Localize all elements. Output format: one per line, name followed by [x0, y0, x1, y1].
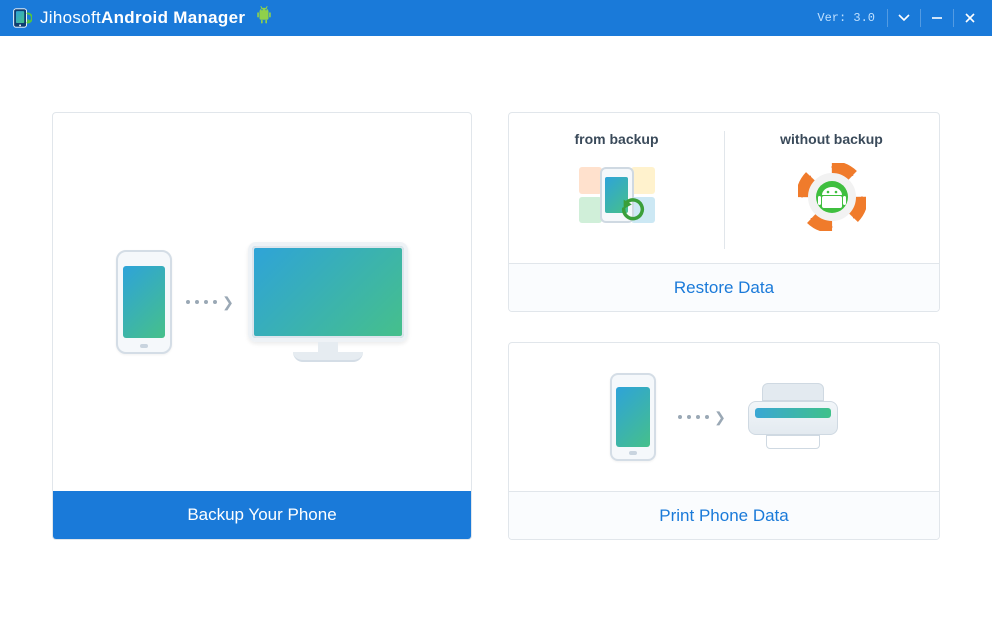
android-icon	[255, 6, 273, 31]
print-button[interactable]: Print Phone Data	[509, 491, 939, 539]
minimize-button[interactable]	[921, 0, 953, 36]
phone-icon	[610, 373, 656, 461]
restore-without-backup-option[interactable]: without backup	[724, 113, 939, 263]
print-card[interactable]: ❯ Print Phone Data	[508, 342, 940, 540]
menu-dropdown-button[interactable]	[888, 0, 920, 36]
main-content: ❯ Backup Your Phone from backup	[0, 36, 992, 540]
version-label: Ver: 3.0	[805, 11, 887, 25]
phone-icon	[116, 250, 172, 354]
restore-from-backup-icon	[579, 163, 655, 227]
restore-card: from backup	[508, 112, 940, 312]
backup-illustration: ❯	[53, 113, 471, 491]
monitor-icon	[248, 242, 408, 362]
app-title-light: Jihosoft	[40, 8, 101, 28]
print-illustration: ❯	[509, 343, 939, 491]
close-button[interactable]	[954, 0, 986, 36]
restore-from-backup-label: from backup	[574, 131, 658, 147]
app-title-bold: Android Manager	[101, 8, 245, 28]
restore-button[interactable]: Restore Data	[509, 263, 939, 311]
backup-card[interactable]: ❯ Backup Your Phone	[52, 112, 472, 540]
restore-without-backup-label: without backup	[780, 131, 883, 147]
lifebuoy-icon	[798, 163, 866, 231]
titlebar: Jihosoft Android Manager Ver: 3.0	[0, 0, 992, 36]
app-logo-icon	[10, 7, 32, 29]
arrow-icon: ❯	[678, 410, 726, 424]
printer-icon	[748, 383, 838, 451]
restore-from-backup-option[interactable]: from backup	[509, 113, 724, 263]
arrow-icon: ❯	[186, 295, 234, 309]
backup-button[interactable]: Backup Your Phone	[53, 491, 471, 539]
